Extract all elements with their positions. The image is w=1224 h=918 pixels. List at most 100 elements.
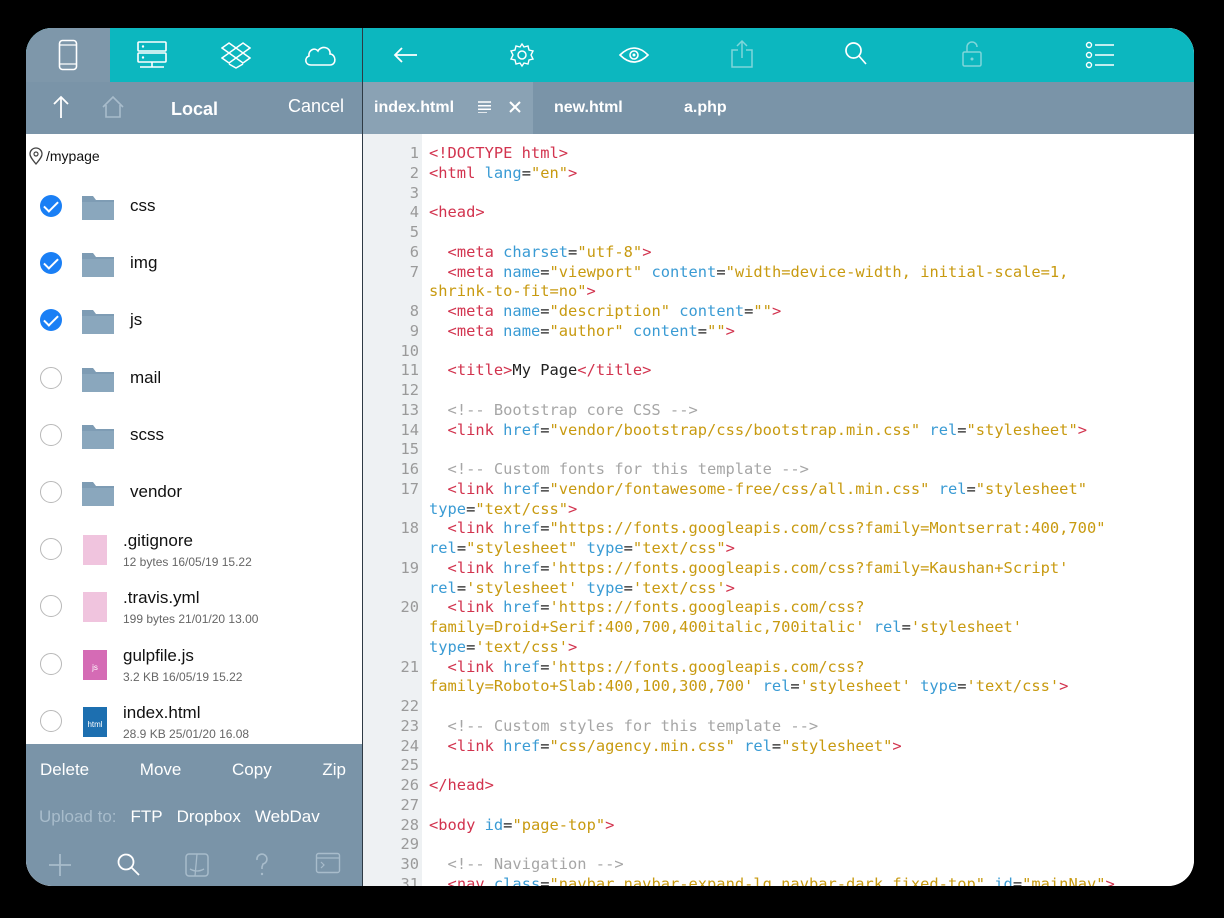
- code-token: >: [1105, 874, 1115, 886]
- line-number: 8: [409, 302, 419, 320]
- code-token: content: [679, 302, 745, 320]
- code-line: 10: [363, 342, 1194, 362]
- file-row[interactable]: .gitignore 12 bytes 16/05/19 15.22: [26, 521, 362, 578]
- selection-checkbox[interactable]: [40, 480, 62, 503]
- list-icon[interactable]: [1085, 41, 1115, 69]
- code-token: 'https://fonts.googleapis.com/css?: [549, 598, 865, 617]
- line-number: 13: [400, 400, 419, 419]
- file-actions: Delete Move Copy Zip: [26, 760, 362, 780]
- code-token: My Page: [512, 361, 578, 380]
- code-line: 25: [363, 756, 1194, 776]
- upload-dropbox-button[interactable]: Dropbox: [177, 807, 241, 827]
- menu-lines-icon[interactable]: [478, 101, 491, 113]
- arrow-up-icon[interactable]: [50, 94, 72, 120]
- code-token: <meta: [447, 302, 504, 320]
- back-arrow-icon[interactable]: [393, 45, 419, 65]
- eye-icon[interactable]: [618, 45, 650, 65]
- server-icon: [137, 41, 167, 68]
- selection-checkbox[interactable]: [40, 366, 62, 389]
- folder-icon: [82, 424, 114, 449]
- help-icon[interactable]: [252, 852, 272, 878]
- zip-button[interactable]: Zip: [322, 760, 346, 780]
- file-row[interactable]: .travis.yml 199 bytes 21/01/20 13.00: [26, 578, 362, 635]
- code-line: 20 <link href='https://fonts.googleapis.…: [363, 598, 1194, 618]
- gear-icon[interactable]: [509, 42, 535, 68]
- line-number: 10: [400, 341, 419, 360]
- selection-checkbox[interactable]: [40, 195, 62, 217]
- code-token: type: [586, 578, 624, 597]
- selection-checkbox[interactable]: [40, 423, 62, 446]
- folder-icon: [82, 310, 114, 335]
- source-tab-dropbox[interactable]: [194, 28, 278, 82]
- source-tab-cloud[interactable]: [278, 28, 362, 82]
- terminal-icon[interactable]: [315, 852, 341, 874]
- finder-icon[interactable]: [184, 852, 210, 878]
- code-token: </head>: [429, 776, 494, 794]
- path-text: /mypage: [46, 148, 100, 164]
- copy-button[interactable]: Copy: [232, 760, 272, 780]
- file-row[interactable]: js: [26, 292, 362, 349]
- source-tab-device[interactable]: [26, 28, 110, 82]
- close-icon[interactable]: [509, 101, 521, 113]
- selection-checkbox[interactable]: [40, 652, 62, 675]
- code-line: 23 <!-- Custom styles for this template …: [363, 717, 1194, 737]
- share-icon[interactable]: [730, 39, 754, 69]
- line-text: <!-- Custom styles for this template -->: [429, 717, 819, 737]
- code-line: 11 <title>My Page</title>: [363, 361, 1194, 381]
- line-number: 20: [400, 598, 419, 617]
- code-content: 1 <!DOCTYPE html> 2 <html lang="en"> 3 4 <hea…: [363, 144, 1194, 886]
- tab-a-php[interactable]: a.php: [684, 82, 727, 134]
- code-token: >: [892, 736, 902, 755]
- upload-ftp-button[interactable]: FTP: [131, 807, 163, 827]
- code-line: 17 <link href="vendor/fontawesome-free/c…: [363, 480, 1194, 500]
- file-row[interactable]: vendor: [26, 464, 362, 521]
- file-row[interactable]: html index.html 28.9 KB 25/01/20 16.08: [26, 693, 362, 744]
- plus-icon[interactable]: [47, 852, 73, 878]
- line-number: 18: [400, 519, 419, 538]
- file-row[interactable]: scss: [26, 407, 362, 464]
- code-token: >: [771, 302, 782, 320]
- code-line: rel="stylesheet" type="text/css">: [363, 539, 1194, 559]
- code-token: =: [568, 242, 578, 261]
- code-token: =: [1012, 874, 1023, 886]
- file-row[interactable]: img: [26, 235, 362, 292]
- code-token: <head>: [429, 203, 485, 222]
- selection-checkbox[interactable]: [40, 595, 62, 618]
- selection-checkbox[interactable]: [40, 709, 62, 732]
- delete-button[interactable]: Delete: [40, 760, 89, 780]
- tab-index-html[interactable]: index.html: [363, 82, 533, 134]
- code-token: <nav: [447, 874, 494, 886]
- code-token: >: [1077, 420, 1087, 439]
- unlock-icon[interactable]: [961, 40, 983, 68]
- code-token: rel: [762, 677, 791, 696]
- move-button[interactable]: Move: [140, 760, 182, 780]
- code-token: "author": [549, 321, 633, 340]
- code-token: href: [503, 519, 541, 538]
- search-icon[interactable]: [844, 41, 868, 67]
- home-icon[interactable]: [100, 94, 126, 120]
- code-token: =: [466, 637, 476, 656]
- search-icon[interactable]: [116, 852, 142, 878]
- code-token: 'text/css': [632, 578, 726, 597]
- selection-checkbox[interactable]: [40, 538, 62, 561]
- code-line: 13 <!-- Bootstrap core CSS -->: [363, 401, 1194, 421]
- selection-checkbox[interactable]: [40, 252, 62, 275]
- code-token: content: [651, 262, 717, 281]
- file-row[interactable]: css: [26, 178, 362, 235]
- code-token: <meta: [447, 242, 504, 261]
- file-name: .gitignore: [123, 531, 193, 551]
- source-tab-server[interactable]: [110, 28, 194, 82]
- tab-new-html[interactable]: new.html: [554, 82, 623, 134]
- code-editor[interactable]: 1 <!DOCTYPE html> 2 <html lang="en"> 3 4 <hea…: [363, 134, 1194, 886]
- code-line: 4 <head>: [363, 203, 1194, 223]
- upload-webdav-button[interactable]: WebDav: [255, 807, 320, 827]
- file-row[interactable]: js gulpfile.js 3.2 KB 16/05/19 15.22: [26, 636, 362, 693]
- code-line: 30 <!-- Navigation -->: [363, 855, 1194, 875]
- cancel-button[interactable]: Cancel: [288, 96, 344, 117]
- code-token: =: [966, 479, 976, 498]
- file-row[interactable]: mail: [26, 350, 362, 407]
- selection-checkbox[interactable]: [40, 309, 62, 332]
